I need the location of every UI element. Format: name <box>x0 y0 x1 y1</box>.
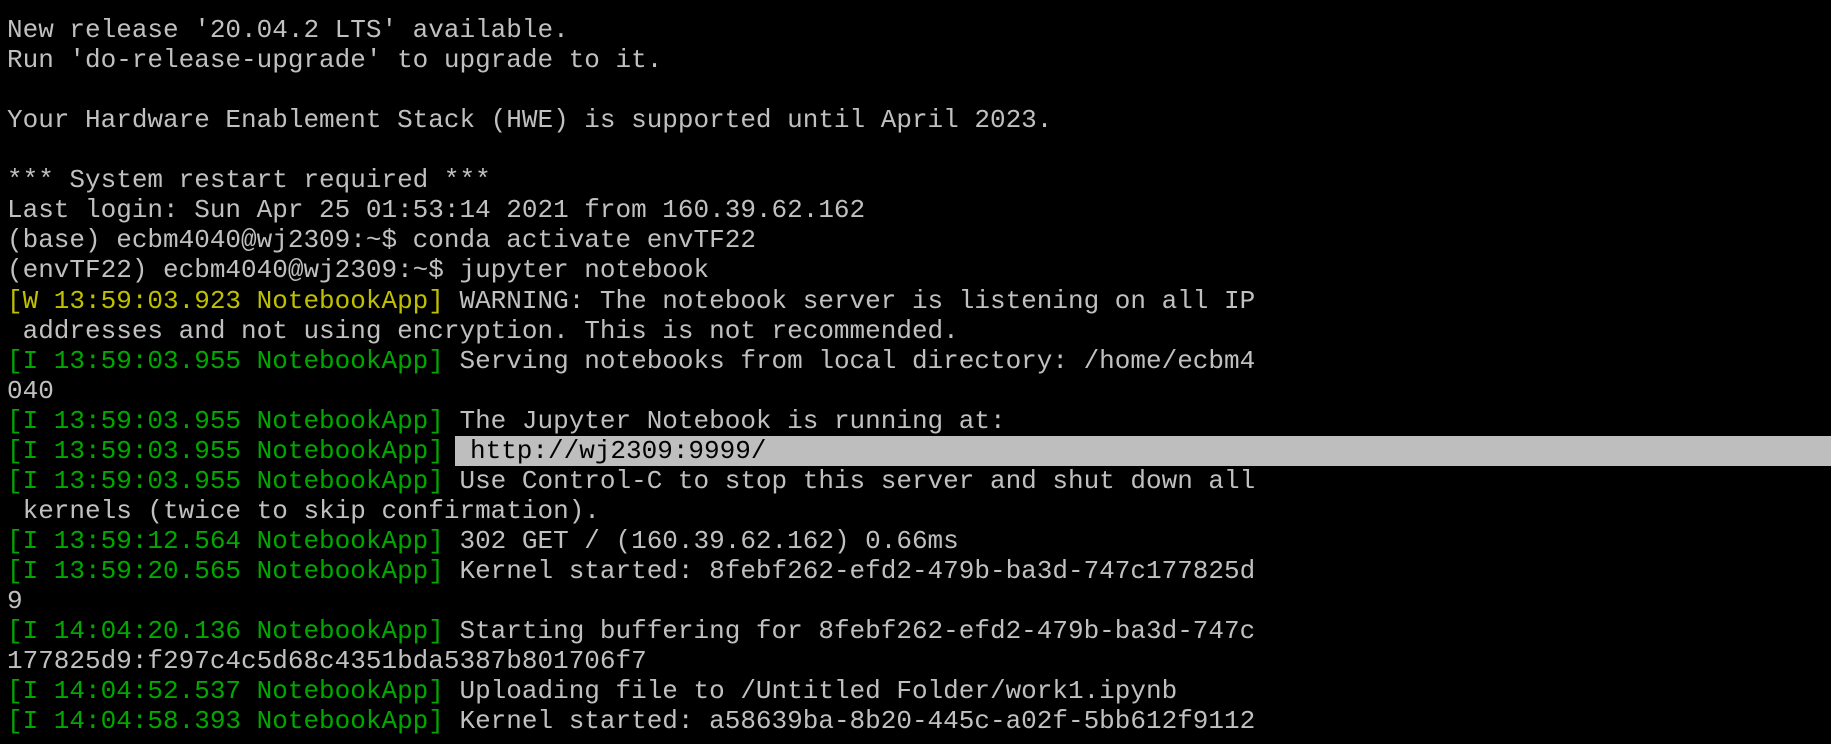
log-line: [I 14:04:58.393 NotebookApp] Kernel star… <box>7 706 1255 736</box>
log-continuation: 040 <box>7 376 54 406</box>
log-prefix: [I 14:04:52.537 NotebookApp] <box>7 676 444 706</box>
log-prefix: [I 13:59:03.955 NotebookApp] <box>7 466 444 496</box>
log-message: Kernel started: 8febf262-efd2-479b-ba3d-… <box>443 556 1256 586</box>
log-line: [I 13:59:03.955 NotebookApp] <box>7 436 444 466</box>
log-prefix: [I 14:04:20.136 NotebookApp] <box>7 616 444 646</box>
log-message: 302 GET / (160.39.62.162) 0.66ms <box>443 526 959 556</box>
log-prefix: [I 14:04:58.393 NotebookApp] <box>7 706 444 736</box>
log-message: Starting buffering for 8febf262-efd2-479… <box>443 616 1256 646</box>
log-line: [I 13:59:12.564 NotebookApp] 302 GET / (… <box>7 526 959 556</box>
log-line: [W 13:59:03.923 NotebookApp] WARNING: Th… <box>7 286 1255 316</box>
last-login: Last login: Sun Apr 25 01:53:14 2021 fro… <box>7 195 866 225</box>
motd-hwe: Your Hardware Enablement Stack (HWE) is … <box>7 105 1053 135</box>
log-continuation: 9 <box>7 586 23 616</box>
log-line: [I 13:59:20.565 NotebookApp] Kernel star… <box>7 556 1255 586</box>
terminal-window[interactable]: New release '20.04.2 LTS' available. Run… <box>0 0 1831 744</box>
log-prefix: [I 13:59:12.564 NotebookApp] <box>7 526 444 556</box>
command-line: (base) ecbm4040@wj2309:~$ conda activate… <box>7 225 756 255</box>
server-url-link[interactable]: http://wj2309:9999/ <box>470 436 766 466</box>
log-continuation: addresses and not using encryption. This… <box>7 316 959 346</box>
log-prefix: [I 13:59:03.955 NotebookApp] <box>7 346 444 376</box>
log-message: Use Control-C to stop this server and sh… <box>443 466 1256 496</box>
log-prefix: [I 13:59:03.955 NotebookApp] <box>7 436 444 466</box>
motd-release: New release '20.04.2 LTS' available. <box>7 15 569 45</box>
log-message: WARNING: The notebook server is listenin… <box>443 286 1256 316</box>
log-line: [I 13:59:03.955 NotebookApp] The Jupyter… <box>7 406 1006 436</box>
log-line: [I 14:04:20.136 NotebookApp] Starting bu… <box>7 616 1255 646</box>
log-line: [I 14:04:52.537 NotebookApp] Uploading f… <box>7 676 1177 706</box>
motd-restart: *** System restart required *** <box>7 165 491 195</box>
log-prefix: [W 13:59:03.923 NotebookApp] <box>7 286 444 316</box>
log-continuation: kernels (twice to skip confirmation). <box>7 496 600 526</box>
log-message: Kernel started: a58639ba-8b20-445c-a02f-… <box>443 706 1256 736</box>
log-message: Serving notebooks from local directory: … <box>443 346 1256 376</box>
log-prefix: [I 13:59:03.955 NotebookApp] <box>7 406 444 436</box>
log-message: Uploading file to /Untitled Folder/work1… <box>443 676 1178 706</box>
command-line: (envTF22) ecbm4040@wj2309:~$ jupyter not… <box>7 255 710 285</box>
log-prefix: [I 13:59:20.565 NotebookApp] <box>7 556 444 586</box>
log-line: [I 13:59:03.955 NotebookApp] Serving not… <box>7 346 1255 376</box>
log-message: The Jupyter Notebook is running at: <box>443 406 1006 436</box>
motd-upgrade: Run 'do-release-upgrade' to upgrade to i… <box>7 45 663 75</box>
log-continuation: 177825d9:f297c4c5d68c4351bda5387b801706f… <box>7 646 647 676</box>
log-line: [I 13:59:03.955 NotebookApp] Use Control… <box>7 466 1255 496</box>
